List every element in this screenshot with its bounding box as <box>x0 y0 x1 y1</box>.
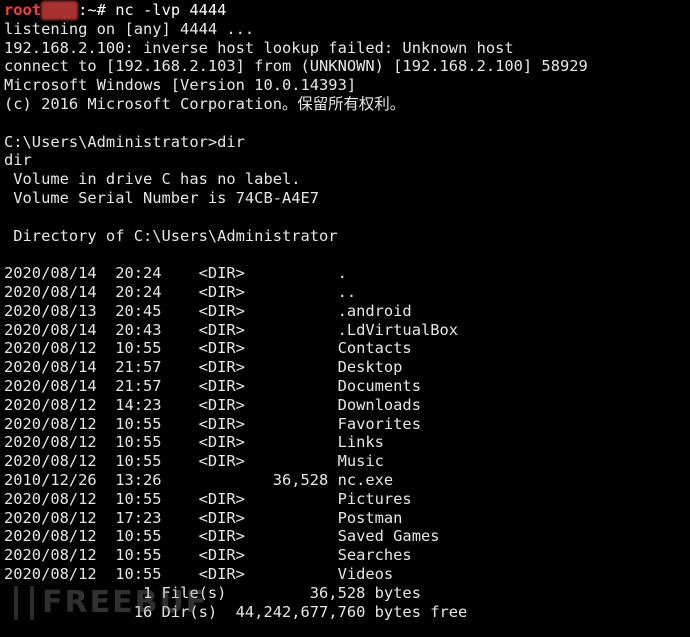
terminal-output-line: Microsoft Windows [Version 10.0.14393] <box>4 76 357 95</box>
terminal-output-line: 2020/08/14 20:24 <DIR> .. <box>4 282 357 301</box>
terminal-output-line: 2020/08/12 10:55 <DIR> Searches <box>4 546 412 565</box>
terminal-output-line: dir <box>4 151 32 170</box>
terminal-output-line: Directory of C:\Users\Administrator <box>4 226 338 245</box>
terminal-output-line: Volume in drive C has no label. <box>4 170 301 189</box>
prompt-user: root <box>4 1 42 19</box>
terminal-output-line: 2020/08/12 14:23 <DIR> Downloads <box>4 395 421 414</box>
terminal-output-line: 192.168.2.100: inverse host lookup faile… <box>4 38 514 57</box>
prompt-command: nc -lvp 4444 <box>115 1 227 19</box>
terminal-output-line: 2020/08/12 10:55 <DIR> Music <box>4 452 384 471</box>
terminal-window[interactable]: rootkali:~# nc -lvp 4444 listening on [a… <box>0 0 690 637</box>
terminal-output-line: 1 File(s) 36,528 bytes <box>4 583 421 602</box>
terminal-output-line: 2020/08/12 10:55 <DIR> Links <box>4 433 384 452</box>
terminal-output-line: 2020/08/14 21:57 <DIR> Desktop <box>4 358 403 377</box>
terminal-output-line: 2020/08/12 10:55 <DIR> Saved Games <box>4 527 440 546</box>
prompt-suffix: :~# <box>78 1 116 19</box>
terminal-output-line: 2020/08/12 10:55 <DIR> Favorites <box>4 414 421 433</box>
terminal-output-line: 2020/08/12 17:23 <DIR> Postman <box>4 508 403 527</box>
terminal-output-line: 2020/08/14 20:24 <DIR> . <box>4 264 347 283</box>
terminal-output-line: 2020/08/13 20:45 <DIR> .android <box>4 301 412 320</box>
terminal-output-line: 2020/08/14 20:43 <DIR> .LdVirtualBox <box>4 320 459 339</box>
terminal-output-line: C:\Users\Administrator>dir <box>4 132 245 151</box>
terminal-output: listening on [any] 4444 ... 192.168.2.100… <box>4 20 690 622</box>
terminal-output-line: 2020/08/12 10:55 <DIR> Videos <box>4 564 394 583</box>
terminal-output-line: 2020/08/14 21:57 <DIR> Documents <box>4 376 421 395</box>
prompt-line: rootkali:~# nc -lvp 4444 <box>4 1 690 20</box>
terminal-output-line: 2010/12/26 13:26 36,528 nc.exe <box>4 470 394 489</box>
terminal-output-line: listening on [any] 4444 ... <box>4 19 255 38</box>
terminal-output-line: connect to [192.168.2.103] from (UNKNOWN… <box>4 57 588 76</box>
terminal-output-line: (c) 2016 Microsoft Corporation。保留所有权利。 <box>4 94 406 113</box>
prompt-host-redacted: kali <box>41 1 79 20</box>
terminal-output-line: 2020/08/12 10:55 <DIR> Contacts <box>4 339 412 358</box>
terminal-output-line: Volume Serial Number is 74CB-A4E7 <box>4 188 320 207</box>
terminal-output-line: 16 Dir(s) 44,242,677,760 bytes free <box>4 602 468 621</box>
terminal-output-line: 2020/08/12 10:55 <DIR> Pictures <box>4 489 412 508</box>
